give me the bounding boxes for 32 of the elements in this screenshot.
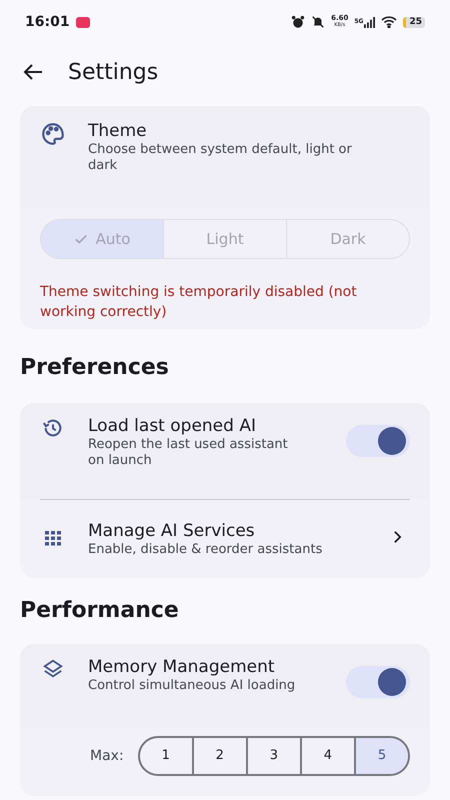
check-icon <box>74 232 88 246</box>
signal-icon <box>364 16 376 28</box>
setting-title: Load last opened AI <box>88 415 257 437</box>
status-time: 16:01 <box>25 12 70 32</box>
wifi-icon <box>381 16 398 28</box>
chevron-right-icon[interactable] <box>393 530 402 544</box>
setting-description: Choose between system default, light or dark <box>88 142 353 174</box>
battery-level: 25 <box>403 16 425 28</box>
back-arrow-icon[interactable] <box>22 62 44 82</box>
max-option-tab[interactable]: 2 <box>192 738 246 774</box>
toggle-switch[interactable] <box>346 425 410 457</box>
history-icon <box>42 417 64 439</box>
grid-icon <box>43 528 63 548</box>
max-option-tab[interactable]: 1 <box>140 738 192 774</box>
max-label: Max: <box>90 746 124 766</box>
bell-muted-icon <box>311 15 326 29</box>
toggle-switch[interactable] <box>346 666 410 698</box>
setting-description: Enable, disable & reorder assistants <box>88 542 324 558</box>
app-notification-icon <box>76 16 90 28</box>
setting-title: Manage AI Services <box>88 520 256 542</box>
setting-title: Theme <box>88 120 148 142</box>
max-option-tab[interactable]: 5 <box>354 738 408 774</box>
layers-icon <box>42 658 64 680</box>
palette-icon <box>40 121 66 147</box>
setting-title: Memory Management <box>88 656 276 678</box>
setting-description: Reopen the last used assistant on launch <box>88 437 289 469</box>
max-option-tab[interactable]: 3 <box>246 738 300 774</box>
section-heading: Performance <box>19 597 180 625</box>
page-title: Settings <box>68 58 158 86</box>
section-heading: Preferences <box>19 354 170 382</box>
warning-text: Theme switching is temporarily disabled (not working correctly) <box>40 283 358 322</box>
setting-description: Control simultaneous AI loading <box>88 678 296 694</box>
